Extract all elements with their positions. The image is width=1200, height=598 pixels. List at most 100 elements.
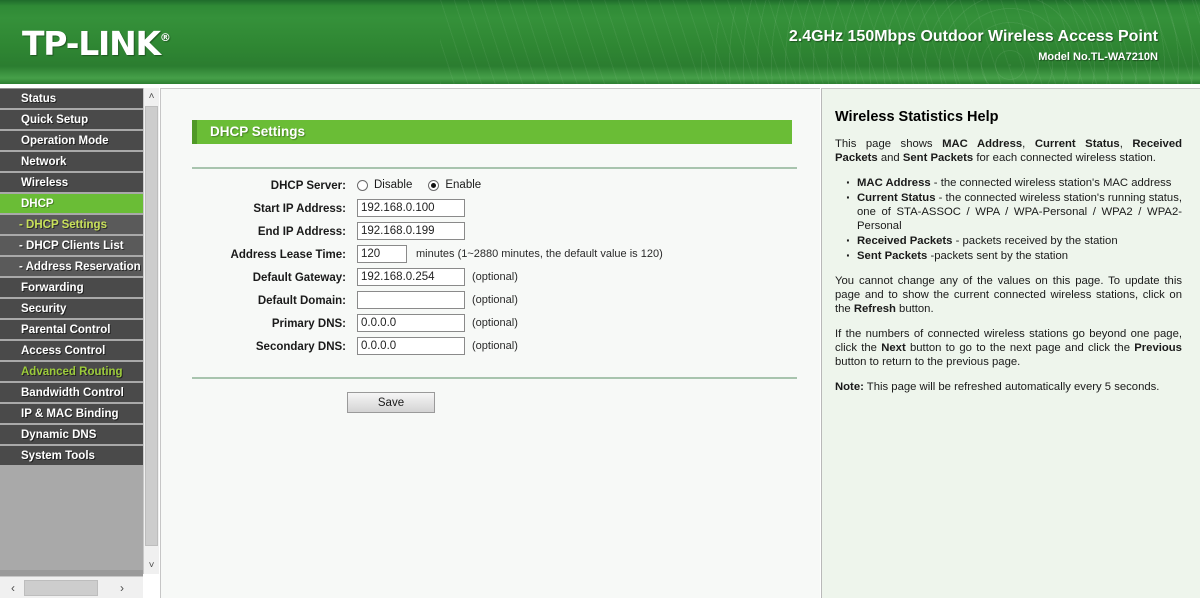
row-default-domain: Default Domain: (optional) (161, 290, 821, 313)
sidebar-item-quick-setup[interactable]: Quick Setup (0, 110, 143, 131)
sidebar-item-security[interactable]: Security (0, 299, 143, 320)
row-lease-time: Address Lease Time: minutes (1~2880 minu… (161, 244, 821, 267)
secondary-dns-label: Secondary DNS: (255, 341, 346, 353)
help-bullet-list: MAC Address - the connected wireless sta… (835, 176, 1182, 263)
dhcp-server-label: DHCP Server: (270, 180, 346, 192)
secondary-dns-input[interactable] (357, 337, 465, 355)
page-title: DHCP Settings (192, 120, 792, 144)
primary-dns-input[interactable] (357, 314, 465, 332)
row-end-ip: End IP Address: (161, 221, 821, 244)
primary-dns-label: Primary DNS: (271, 318, 346, 330)
help-bullet-text: - the connected wireless station's MAC a… (930, 177, 1172, 189)
help-note: Note: This page will be refreshed automa… (835, 380, 1182, 394)
help-para3-part3: button to return to the previous page. (835, 356, 1021, 368)
sidebar-item-dhcp[interactable]: DHCP (0, 194, 143, 215)
sidebar-item-system-tools[interactable]: System Tools (0, 446, 143, 467)
sidebar-item-ip-mac-binding[interactable]: IP & MAC Binding (0, 404, 143, 425)
dhcp-disable-radio[interactable] (357, 179, 368, 191)
default-gateway-hint: (optional) (472, 271, 518, 283)
help-title: Wireless Statistics Help (835, 109, 999, 125)
dhcp-disable-label[interactable]: Disable (374, 175, 412, 195)
help-note-text: This page will be refreshed automaticall… (863, 381, 1160, 393)
help-para3-bold1: Next (881, 342, 906, 354)
help-bullet-term: Current Status (857, 192, 936, 204)
main-content: DHCP Settings DHCP Server: Disable Enabl… (160, 88, 820, 598)
help-note-label: Note: (835, 381, 864, 393)
default-gateway-input[interactable] (357, 268, 465, 286)
help-bullet: Received Packets - packets received by t… (846, 234, 1182, 248)
help-intro-bold1: MAC Address (942, 138, 1023, 150)
end-ip-field-wrap (357, 221, 465, 240)
dhcp-enable-radio[interactable] (428, 179, 440, 191)
help-intro-bold4: Sent Packets (902, 152, 974, 164)
default-domain-field-wrap (357, 290, 465, 309)
sidebar-item-dhcp-clients-list[interactable]: - DHCP Clients List (0, 236, 143, 257)
help-bullet: Sent Packets -packets sent by the statio… (846, 249, 1182, 263)
sidebar-item-wireless[interactable]: Wireless (0, 173, 143, 194)
help-panel: Wireless Statistics Help This page shows… (821, 88, 1200, 598)
end-ip-input[interactable] (357, 222, 465, 240)
default-gateway-field-wrap (357, 267, 465, 286)
end-ip-label: End IP Address: (257, 226, 346, 238)
help-bullet: Current Status - the connected wireless … (846, 191, 1182, 233)
default-domain-input[interactable] (357, 291, 465, 309)
secondary-dns-hint: (optional) (472, 340, 518, 352)
help-para-pagination: If the numbers of connected wireless sta… (835, 327, 1182, 369)
lease-time-input[interactable] (357, 245, 407, 263)
scroll-down-icon[interactable]: ˅ (144, 557, 159, 574)
sidebar-item-status[interactable]: Status (0, 89, 143, 110)
save-button[interactable]: Save (347, 392, 435, 413)
row-start-ip: Start IP Address: (161, 198, 821, 221)
lease-time-hint: minutes (1~2880 minutes, the default val… (416, 248, 663, 260)
sidebar-item-dhcp-settings[interactable]: - DHCP Settings (0, 215, 143, 236)
sidebar-vertical-scrollbar[interactable]: ˄ ˅ (143, 88, 159, 574)
divider-bottom (192, 377, 797, 379)
help-bullet: MAC Address - the connected wireless sta… (846, 176, 1182, 190)
horizontal-scroll-thumb[interactable] (24, 580, 98, 596)
router-admin-page: TP-LINK® 2.4GHz 150Mbps Outdoor Wireless… (0, 0, 1200, 598)
help-bullet-term: Sent Packets (857, 250, 928, 262)
help-intro-part3: , (1119, 138, 1133, 150)
secondary-dns-field-wrap (357, 336, 465, 355)
sidebar-item-network[interactable]: Network (0, 152, 143, 173)
help-intro-bold2: Current Status (1034, 138, 1120, 150)
sidebar-item-parental-control[interactable]: Parental Control (0, 320, 143, 341)
sidebar-item-address-reservation[interactable]: - Address Reservation (0, 257, 143, 278)
divider-top (192, 167, 797, 169)
scroll-up-icon[interactable]: ˄ (144, 88, 159, 105)
scroll-right-icon[interactable]: › (113, 579, 131, 597)
help-para2-bold: Refresh (853, 303, 896, 315)
sidebar-item-bandwidth-control[interactable]: Bandwidth Control (0, 383, 143, 404)
sidebar: Status Quick Setup Operation Mode Network Wi… (0, 88, 143, 574)
sidebar-item-advanced-routing[interactable]: Advanced Routing (0, 362, 143, 383)
row-dhcp-server: DHCP Server: Disable Enable (161, 175, 821, 198)
row-secondary-dns: Secondary DNS: (optional) (161, 336, 821, 359)
row-default-gateway: Default Gateway: (optional) (161, 267, 821, 290)
help-bullet-term: Received Packets (857, 235, 953, 247)
start-ip-label: Start IP Address: (253, 203, 346, 215)
lease-time-label: Address Lease Time: (230, 249, 346, 261)
logo-text: TP-LINK (22, 24, 161, 63)
sidebar-menu: Status Quick Setup Operation Mode Network Wi… (0, 89, 143, 467)
help-para3-part2: button to go to the next page and click … (905, 342, 1135, 354)
sidebar-item-operation-mode[interactable]: Operation Mode (0, 131, 143, 152)
sidebar-item-forwarding[interactable]: Forwarding (0, 278, 143, 299)
sidebar-item-dynamic-dns[interactable]: Dynamic DNS (0, 425, 143, 446)
default-domain-label: Default Domain: (257, 295, 346, 307)
help-bullet-text: -packets sent by the station (927, 250, 1069, 262)
sidebar-item-access-control[interactable]: Access Control (0, 341, 143, 362)
help-para3-bold2: Previous (1134, 342, 1182, 354)
vertical-scroll-thumb[interactable] (145, 106, 158, 546)
scroll-left-icon[interactable]: ‹ (4, 579, 22, 597)
registered-mark-icon: ® (159, 31, 171, 44)
help-intro: This page shows MAC Address, Current Sta… (835, 137, 1182, 165)
help-para2-part2: button. (895, 303, 934, 315)
start-ip-field-wrap (357, 198, 465, 217)
dhcp-enable-label[interactable]: Enable (445, 175, 481, 195)
sidebar-horizontal-scrollbar[interactable]: ‹ › (0, 576, 143, 598)
start-ip-input[interactable] (357, 199, 465, 217)
help-intro-part1: This page shows (835, 138, 943, 150)
help-para-refresh: You cannot change any of the values on t… (835, 274, 1182, 316)
tplink-logo: TP-LINK® (22, 24, 171, 63)
help-intro-part4: and (877, 152, 903, 164)
